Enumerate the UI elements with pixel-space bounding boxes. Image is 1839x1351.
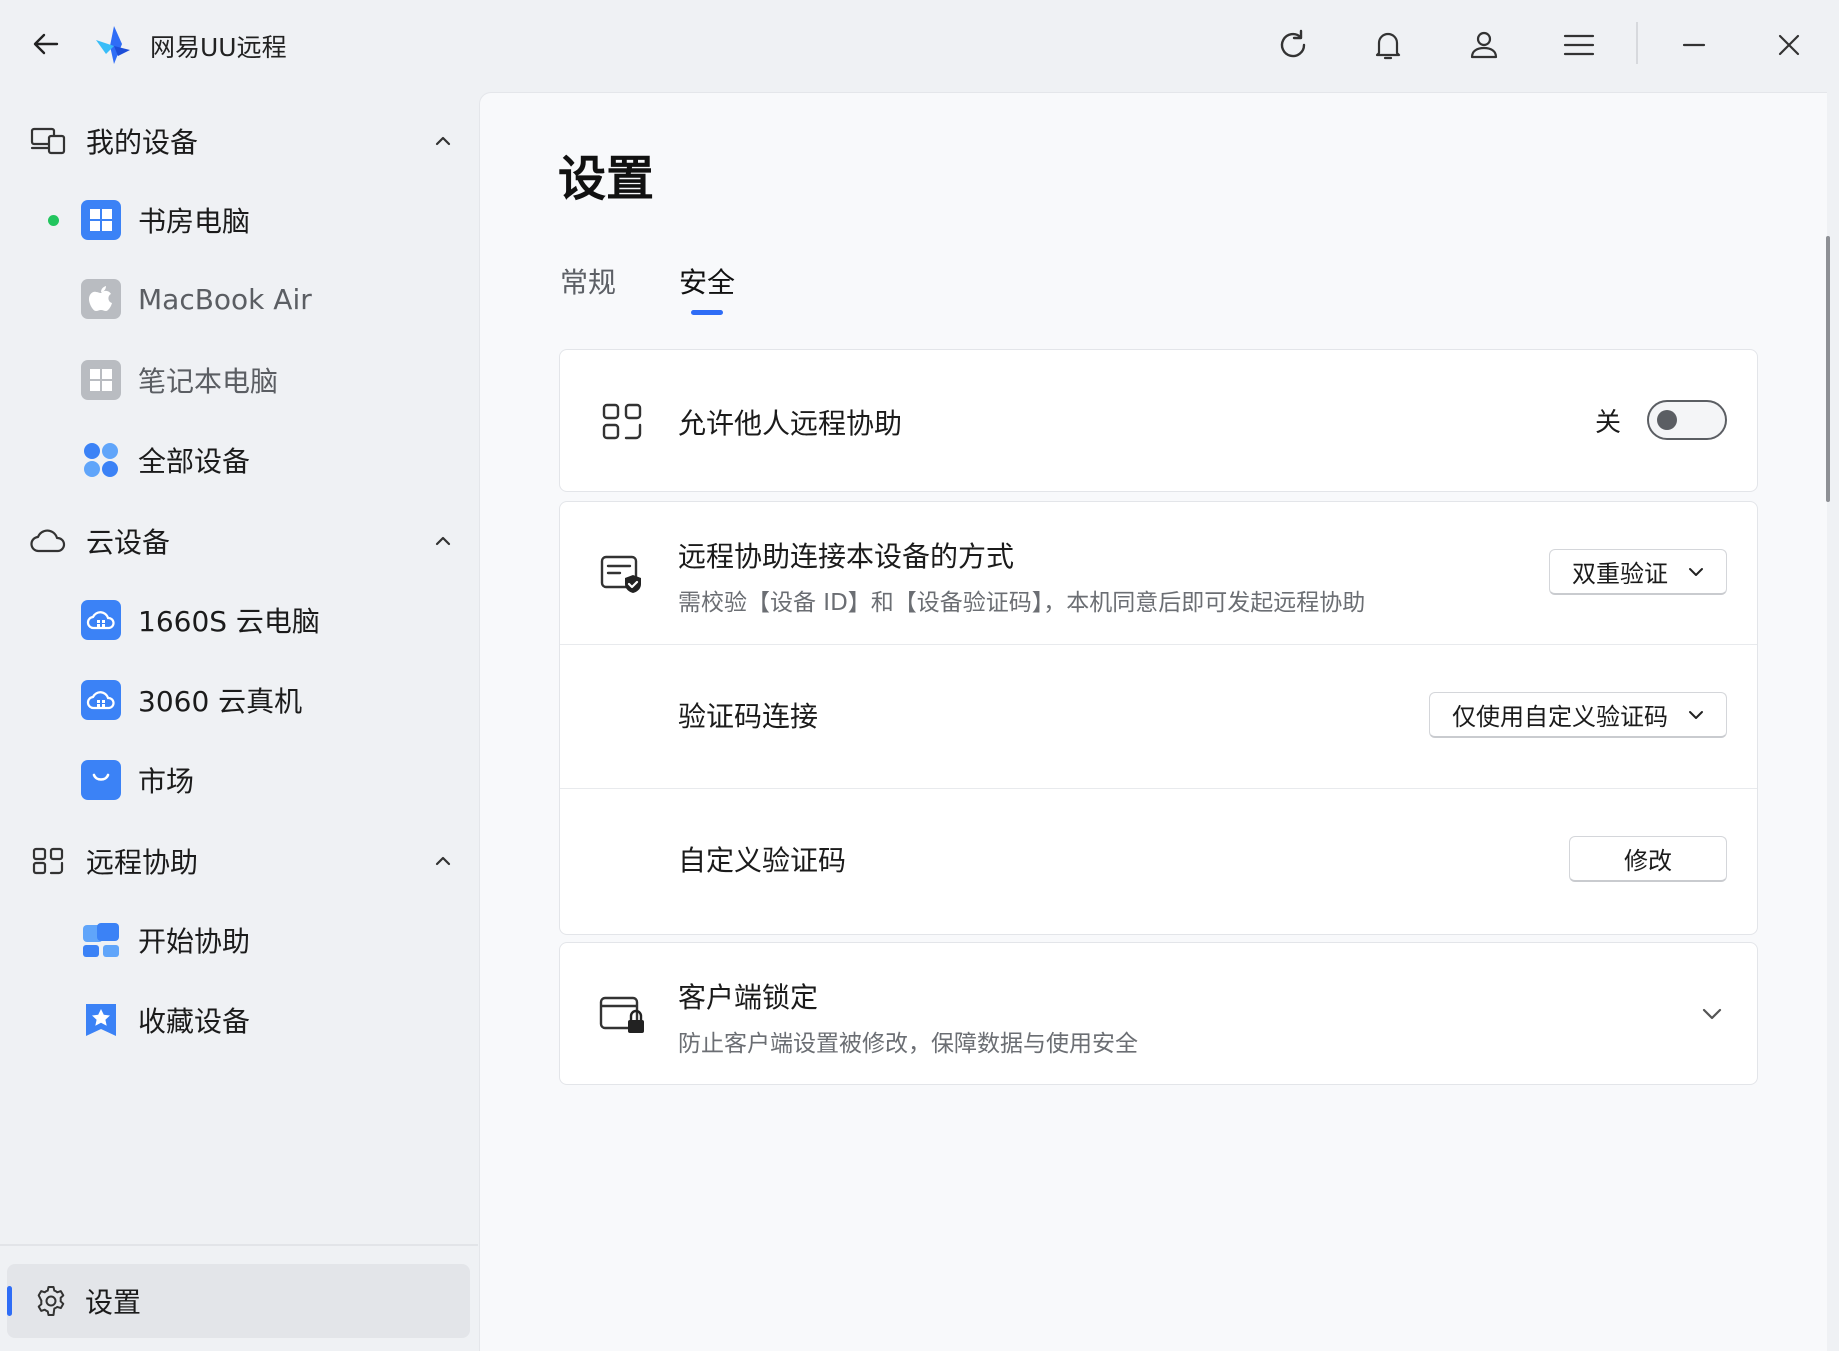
select-value: 双重验证	[1572, 560, 1668, 588]
cloud-icon	[28, 521, 68, 561]
all-devices-icon	[81, 440, 121, 480]
modify-code-button[interactable]: 修改	[1569, 836, 1727, 882]
toggle-knob	[1657, 410, 1677, 430]
chevron-down-icon	[1689, 711, 1703, 719]
titlebar-divider	[1636, 22, 1638, 64]
allow-assist-card: 允许他人远程协助 关	[559, 349, 1758, 492]
connect-method-title: 远程协助连接本设备的方式	[678, 540, 1015, 573]
apple-icon	[81, 279, 121, 319]
title-bar: 网易UU远程	[0, 0, 1839, 92]
sidebar-item-label: 全部设备	[138, 445, 251, 478]
sidebar-section-my-devices[interactable]: 我的设备	[28, 116, 458, 166]
close-icon[interactable]	[1766, 22, 1812, 68]
row-divider	[560, 788, 1757, 789]
page-title: 设置	[558, 151, 655, 207]
bell-icon[interactable]	[1365, 22, 1411, 68]
select-value: 仅使用自定义验证码	[1452, 703, 1668, 731]
windows-icon	[81, 360, 121, 400]
start-assist-icon	[81, 920, 121, 960]
sidebar-item-1660s-cloud-pc[interactable]: 1660S 云电脑	[48, 592, 458, 648]
sidebar-section-label: 我的设备	[86, 126, 199, 159]
sidebar-divider	[0, 1244, 478, 1246]
online-status-dot	[48, 214, 59, 226]
sidebar-item-laptop[interactable]: 笔记本电脑	[48, 352, 458, 408]
sidebar-item-label: MacBook Air	[138, 282, 312, 316]
shield-check-icon	[598, 550, 646, 598]
sidebar-section-label: 云设备	[86, 526, 171, 559]
client-lock-title: 客户端锁定	[678, 981, 819, 1014]
sidebar-item-label: 笔记本电脑	[138, 365, 279, 398]
settings-label: 设置	[85, 1286, 142, 1319]
app-logo	[92, 24, 134, 66]
back-arrow-icon[interactable]	[28, 26, 64, 62]
chevron-up-icon[interactable]	[428, 126, 458, 156]
sidebar-item-label: 市场	[138, 765, 195, 798]
sidebar-item-label: 书房电脑	[138, 205, 251, 238]
sidebar-item-3060-cloud-phone[interactable]: 3060 云真机	[48, 672, 458, 728]
favorite-devices-icon	[81, 1000, 121, 1040]
sidebar-item-label: 开始协助	[138, 925, 251, 958]
sidebar-item-label: 1660S 云电脑	[138, 605, 320, 638]
refresh-icon[interactable]	[1270, 22, 1316, 68]
sidebar-item-settings[interactable]: 设置	[7, 1264, 470, 1338]
minimize-icon[interactable]	[1671, 22, 1717, 68]
cloud-pc-icon	[81, 600, 121, 640]
menu-icon[interactable]	[1556, 22, 1602, 68]
sidebar-item-all-devices[interactable]: 全部设备	[48, 432, 458, 488]
connect-method-select[interactable]: 双重验证	[1549, 549, 1727, 595]
remote-assist-icon	[28, 841, 68, 881]
sidebar-item-favorite-devices[interactable]: 收藏设备	[48, 992, 458, 1048]
custom-code-title: 自定义验证码	[678, 844, 847, 877]
active-tab-indicator	[691, 310, 723, 315]
toggle-state-label: 关	[1594, 408, 1621, 438]
chevron-up-icon[interactable]	[428, 526, 458, 556]
sidebar-item-macbook-air[interactable]: MacBook Air	[48, 271, 458, 327]
chevron-down-icon	[1689, 568, 1703, 576]
sidebar-item-label: 收藏设备	[138, 1005, 251, 1038]
connect-method-desc: 需校验【设备 ID】和【设备验证码】，本机同意后即可发起远程协助	[678, 590, 1366, 616]
sidebar-section-label: 远程协助	[86, 846, 199, 879]
market-bag-icon	[81, 760, 121, 800]
devices-icon	[28, 121, 68, 161]
sidebar-item-label: 3060 云真机	[138, 685, 303, 718]
sidebar-section-cloud-devices[interactable]: 云设备	[28, 516, 458, 566]
sidebar: 我的设备 书房电脑 MacBook Air 笔记本电脑 全部设备 云设备 166…	[0, 92, 478, 1351]
gear-icon	[31, 1281, 71, 1321]
sidebar-item-market[interactable]: 市场	[48, 752, 458, 808]
user-icon[interactable]	[1461, 22, 1507, 68]
sidebar-item-study-pc[interactable]: 书房电脑	[48, 192, 458, 248]
app-title: 网易UU远程	[150, 33, 287, 62]
allow-assist-toggle[interactable]	[1647, 400, 1727, 440]
connection-settings-card: 远程协助连接本设备的方式 需校验【设备 ID】和【设备验证码】，本机同意后即可发…	[559, 501, 1758, 935]
scrollbar[interactable]	[1826, 236, 1830, 502]
code-connect-select[interactable]: 仅使用自定义验证码	[1429, 692, 1727, 738]
row-divider	[560, 644, 1757, 645]
allow-assist-title: 允许他人远程协助	[678, 407, 903, 440]
client-lock-desc: 防止客户端设置被修改，保障数据与使用安全	[678, 1031, 1138, 1057]
code-connect-title: 验证码连接	[678, 700, 819, 733]
remote-assist-icon	[598, 398, 646, 446]
tab-general[interactable]: 常规	[560, 261, 616, 301]
lock-icon	[598, 991, 646, 1039]
sidebar-item-start-assist[interactable]: 开始协助	[48, 912, 458, 968]
active-indicator	[7, 1286, 12, 1316]
windows-icon	[81, 200, 121, 240]
sidebar-section-remote-assist[interactable]: 远程协助	[28, 836, 458, 886]
cloud-pc-icon	[81, 680, 121, 720]
client-lock-card[interactable]: 客户端锁定 防止客户端设置被修改，保障数据与使用安全	[559, 942, 1758, 1085]
main-panel: 设置 常规 安全 允许他人远程协助 关 远程协助连接本设备的方式 需校验【设备 …	[479, 92, 1827, 1351]
chevron-down-icon[interactable]	[1697, 999, 1727, 1029]
tab-security[interactable]: 安全	[679, 261, 735, 301]
chevron-up-icon[interactable]	[428, 846, 458, 876]
